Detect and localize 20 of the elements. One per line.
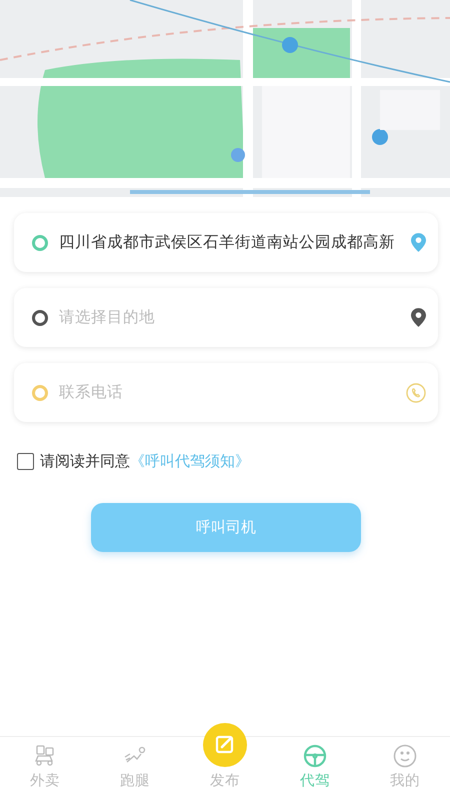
nav-tab[interactable]: 发布: [180, 723, 270, 800]
nav-tab[interactable]: 跑腿: [90, 737, 180, 800]
input-field[interactable]: 请选择目的地: [14, 288, 438, 347]
smiley-icon: [393, 744, 417, 768]
checkbox[interactable]: [17, 453, 34, 470]
field-value: 四川省成都市武侯区石羊街道南站公园成都高新: [59, 232, 396, 253]
field-placeholder: 请选择目的地: [59, 307, 156, 328]
nav-tab[interactable]: 外卖: [0, 737, 90, 800]
input-field[interactable]: 四川省成都市武侯区石羊街道南站公园成都高新: [14, 213, 438, 272]
location-pin-icon[interactable]: [411, 308, 426, 327]
terms-link[interactable]: 《呼叫代驾须知》: [130, 452, 250, 471]
input-field[interactable]: 联系电话: [14, 363, 438, 422]
nav-tab[interactable]: 代驾: [270, 737, 360, 800]
field-placeholder: 联系电话: [59, 382, 124, 403]
nav-tab[interactable]: 我的: [360, 737, 450, 800]
call-driver-button[interactable]: 呼叫司机: [91, 503, 361, 552]
agreement-text: 请阅读并同意: [40, 452, 130, 471]
steering-wheel-icon: [303, 744, 327, 768]
edit-icon[interactable]: [203, 723, 247, 767]
phone-icon[interactable]: [406, 382, 426, 402]
